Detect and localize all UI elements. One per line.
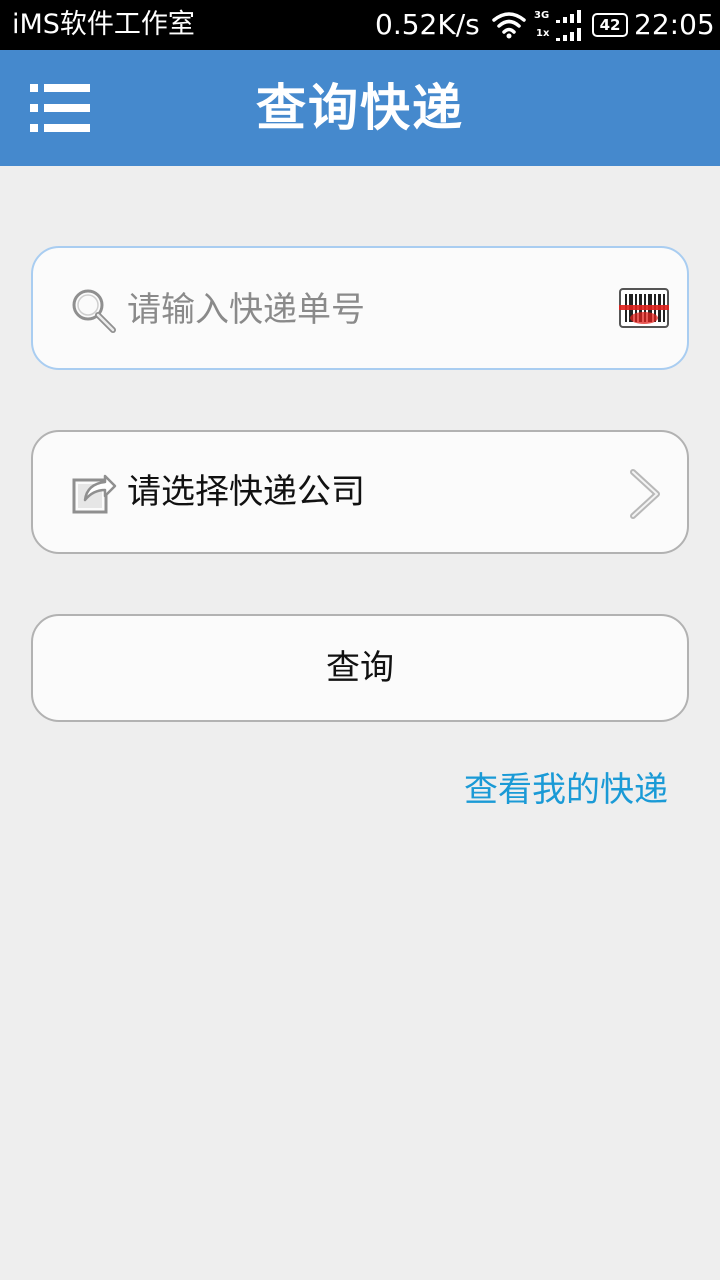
- wifi-icon: [492, 12, 526, 39]
- network-type-3g: 3G: [534, 10, 550, 21]
- signal-bars-icon: [556, 10, 581, 41]
- battery-icon: 42: [592, 13, 628, 37]
- menu-icon[interactable]: [28, 80, 92, 136]
- tracking-number-field[interactable]: [31, 246, 689, 370]
- search-icon: [72, 289, 116, 333]
- status-time: 22:05: [634, 8, 715, 41]
- courier-company-label: 请选择快递公司: [127, 472, 365, 512]
- page-title: 查询快递: [256, 79, 464, 137]
- my-express-link[interactable]: 查看我的快递: [464, 762, 668, 818]
- network-speed: 0.52K/s: [375, 8, 480, 41]
- query-button[interactable]: 查询: [31, 614, 689, 722]
- barcode-scan-icon[interactable]: [619, 288, 669, 332]
- network-type-1x: 1x: [536, 28, 550, 39]
- status-carrier: iMS软件工作室: [12, 9, 195, 40]
- courier-company-select[interactable]: 请选择快递公司: [31, 430, 689, 554]
- status-bar: iMS软件工作室 0.52K/s 3G 1x 42 22:05: [0, 0, 720, 50]
- signal-icon: 3G 1x: [534, 10, 584, 42]
- app-header: 查询快递: [0, 50, 720, 166]
- chevron-right-icon: [630, 469, 660, 519]
- tracking-number-input[interactable]: [125, 274, 609, 346]
- edit-icon: [72, 474, 117, 514]
